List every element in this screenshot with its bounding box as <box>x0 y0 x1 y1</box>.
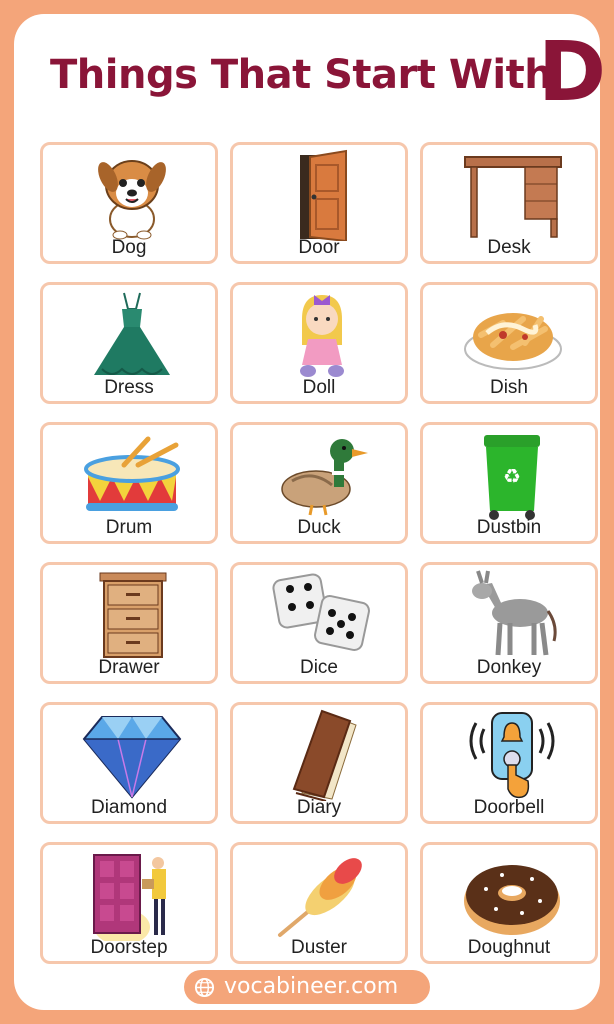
title-letter: D <box>538 25 607 120</box>
drawer-icon <box>99 572 167 658</box>
door-icon <box>300 149 347 241</box>
diamond-icon <box>82 716 182 799</box>
footer-url[interactable]: vocabineer.com <box>224 974 398 999</box>
dustbin-icon: ♻ <box>484 435 540 520</box>
dog-icon <box>98 160 166 240</box>
list-item-diary: Diary <box>230 702 408 824</box>
diary-icon <box>292 709 357 801</box>
dish-icon <box>464 313 562 370</box>
desk-icon <box>464 156 562 238</box>
item-label: Doughnut <box>467 937 551 958</box>
duster-icon <box>278 858 362 937</box>
item-label: Duster <box>291 937 347 958</box>
item-label: Dice <box>299 657 338 678</box>
dress-icon <box>94 292 170 375</box>
item-label: Dish <box>489 377 528 398</box>
list-item-dish: Dish <box>420 282 598 404</box>
doll-icon <box>300 295 344 377</box>
list-item-doughnut: Doughnut <box>420 842 598 964</box>
list-item-drawer: Drawer <box>40 562 218 684</box>
item-label: Diary <box>296 797 342 818</box>
list-item-doll: Doll <box>230 282 408 404</box>
item-label: Donkey <box>476 657 542 678</box>
poster-card: Things That Start With D Dog Door Desk D… <box>14 14 606 1010</box>
item-label: Diamond <box>90 797 168 818</box>
list-item-dress: Dress <box>40 282 218 404</box>
list-item-door: Door <box>230 142 408 264</box>
item-label: Drawer <box>98 657 160 678</box>
list-item-dog: Dog <box>40 142 218 264</box>
item-label: Doorbell <box>473 797 545 818</box>
duck-icon <box>281 439 368 516</box>
drum-icon <box>84 436 180 511</box>
list-item-dustbin: ♻ Dustbin <box>420 422 598 544</box>
doorbell-icon <box>469 712 555 799</box>
list-item-donkey: Donkey <box>420 562 598 684</box>
dice-icon <box>272 573 370 651</box>
donkey-icon <box>472 570 557 656</box>
globe-icon <box>194 977 215 998</box>
list-item-duster: Duster <box>230 842 408 964</box>
item-label: Doorstep <box>90 937 168 958</box>
list-item-drum: Drum <box>40 422 218 544</box>
list-item-doorbell: Doorbell <box>420 702 598 824</box>
item-label: Dress <box>104 377 154 398</box>
item-label: Duck <box>297 517 341 538</box>
list-item-doorstep: Doorstep <box>40 842 218 964</box>
doughnut-icon <box>464 865 560 935</box>
item-label: Dog <box>111 237 147 258</box>
list-item-duck: Duck <box>230 422 408 544</box>
list-item-desk: Desk <box>420 142 598 264</box>
item-label: Dustbin <box>476 517 542 538</box>
item-label: Desk <box>487 237 531 258</box>
list-item-dice: Dice <box>230 562 408 684</box>
item-label: Door <box>298 237 340 258</box>
page-title: Things That Start With <box>50 52 553 98</box>
doorstep-icon <box>93 854 166 941</box>
svg-text:♻: ♻ <box>503 464 521 488</box>
item-label: Drum <box>105 517 153 538</box>
list-item-diamond: Diamond <box>40 702 218 824</box>
item-label: Doll <box>302 377 336 398</box>
footer-link[interactable]: vocabineer.com <box>184 970 430 1004</box>
